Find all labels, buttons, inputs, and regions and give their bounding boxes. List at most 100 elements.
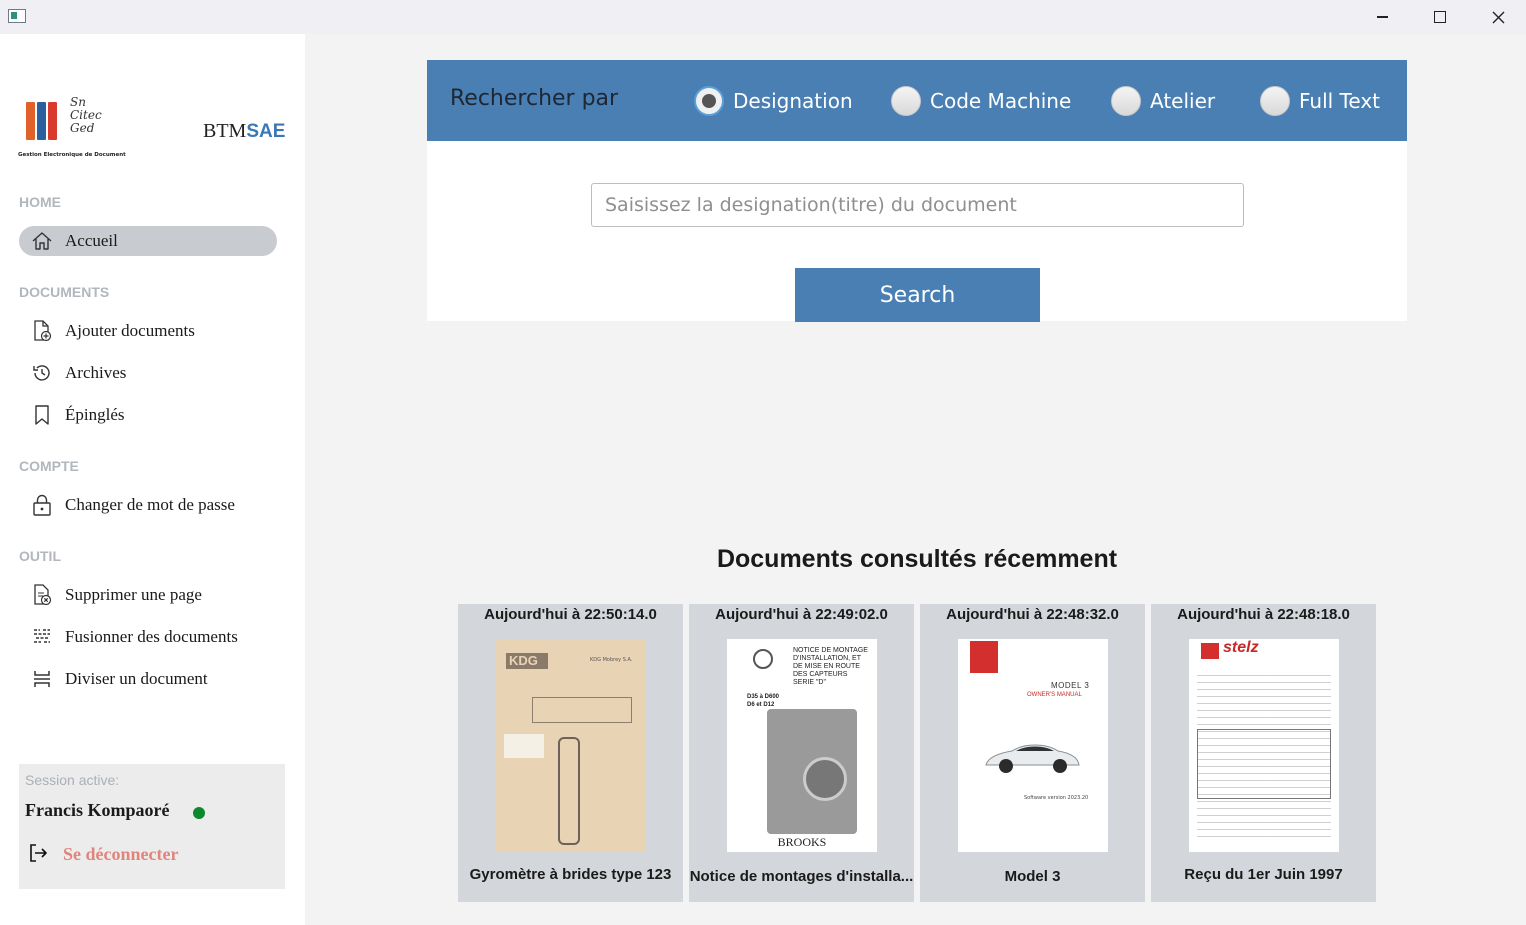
thumb-label [504,734,544,758]
thumb-notice-title: NOTICE DE MONTAGE D'INSTALLATION, ET DE … [793,647,868,686]
radio-checked-icon [694,86,724,116]
section-outil: OUTIL [19,548,61,564]
sidebar-item-archives[interactable]: Archives [19,358,277,388]
radio-atelier[interactable]: Atelier [1111,86,1215,116]
thumb-version: Software version 2023.20 [1024,795,1089,801]
add-document-icon [31,320,53,342]
thumb-emblem [753,649,773,669]
sidebar-item-fusionner[interactable]: Fusionner des documents [19,622,277,652]
brand-name: BTMSAE [203,120,286,142]
sidebar-item-label: Ajouter documents [65,321,195,340]
thumb-receipt-table [1197,729,1331,799]
sidebar-item-label: Fusionner des documents [65,627,238,646]
sidebar-item-diviser[interactable]: Diviser un document [19,664,277,694]
search-header: Rechercher par Designation Code Machine … [427,60,1407,141]
thumb-brand: BROOKS [777,835,827,849]
thumb-logo: stelz [1223,639,1259,656]
thumb-company: KDG Mobrey S.A. [590,657,633,663]
section-compte: COMPTE [19,458,79,474]
radio-unchecked-icon [891,86,921,116]
car-image [982,735,1082,775]
radio-full-text[interactable]: Full Text [1260,86,1380,116]
sidebar-item-supprimer-page[interactable]: Supprimer une page [19,580,277,610]
logout-button[interactable]: Se déconnecter [63,844,178,865]
search-panel: Search [427,141,1407,322]
radio-unchecked-icon [1111,86,1141,116]
session-user-name: Francis Kompaoré [25,800,170,820]
section-documents: DOCUMENTS [19,284,110,300]
bookmark-icon [31,404,53,426]
title-bar [0,0,1526,34]
recent-document-card[interactable]: Aujourd'hui à 22:48:32.0 MODEL 3 OWNER'S… [920,604,1145,902]
logout-icon[interactable] [27,842,49,868]
card-title: Reçu du 1er Juin 1997 [1184,866,1343,883]
sidebar-item-ajouter-documents[interactable]: Ajouter documents [19,316,277,346]
radio-designation[interactable]: Designation [694,86,853,116]
online-status-icon [193,807,205,819]
radio-code-machine[interactable]: Code Machine [891,86,1071,116]
radio-label: Full Text [1299,89,1381,113]
lock-icon [31,494,53,516]
radio-label: Code Machine [930,89,1072,113]
recent-document-card[interactable]: Aujourd'hui à 22:49:02.0 NOTICE DE MONTA… [689,604,914,902]
recent-documents-title: Documents consultés récemment [716,545,1118,573]
radio-label: Designation [733,89,853,113]
sidebar: Sn Citec Ged Gestion Electronique de Doc… [0,34,305,925]
card-date: Aujourd'hui à 22:48:18.0 [1177,606,1350,623]
sidebar-item-accueil[interactable]: Accueil [19,226,277,256]
session-panel: Session active: Francis Kompaoré Se déco… [19,764,285,889]
tesla-logo-icon [970,641,998,673]
thumb-title-box [532,697,632,723]
search-by-label: Rechercher par [450,86,619,111]
document-thumbnail[interactable]: NOTICE DE MONTAGE D'INSTALLATION, ET DE … [727,639,877,852]
thumb-logo: KDG [506,653,548,669]
thumb-model-title: MODEL 3 [1051,681,1090,690]
maximize-button[interactable] [1417,4,1463,30]
card-title: Model 3 [1004,868,1061,885]
card-date: Aujourd'hui à 22:49:02.0 [715,606,888,623]
search-button[interactable]: Search [795,268,1040,322]
minimize-button[interactable] [1359,4,1405,30]
thumb-manual-subtitle: OWNER'S MANUAL [1027,692,1082,698]
logo-script: Sn Citec Ged [70,95,102,135]
document-thumbnail[interactable]: MODEL 3 OWNER'S MANUAL Software version … [958,639,1108,852]
logo-tagline: Gestion Electronique de Document [18,152,126,158]
document-thumbnail[interactable]: stelz [1189,639,1339,852]
app-icon [8,9,26,23]
recent-document-card[interactable]: Aujourd'hui à 22:48:18.0 stelz Reçu du 1… [1151,604,1376,902]
history-icon [31,362,53,384]
merge-icon [31,626,53,648]
sidebar-item-label: Changer de mot de passe [65,495,235,514]
sidebar-item-label: Diviser un document [65,669,208,688]
thumb-models: D35 à D600 D6 et D12 [747,694,780,708]
radio-label: Atelier [1150,89,1216,113]
session-label: Session active: [25,772,120,788]
card-title: Notice de montages d'installa... [689,868,914,885]
logo-binder-red [48,102,57,140]
sidebar-item-changer-mot-de-passe[interactable]: Changer de mot de passe [19,490,277,520]
sidebar-item-epingles[interactable]: Épinglés [19,400,277,430]
thumb-sensor-dial [803,757,847,801]
card-date: Aujourd'hui à 22:50:14.0 [484,606,657,623]
sidebar-item-label: Accueil [65,231,118,250]
section-home: HOME [19,194,61,210]
sidebar-item-label: Archives [65,363,127,382]
recent-document-card[interactable]: Aujourd'hui à 22:50:14.0 KDG KDG Mobrey … [458,604,683,902]
logo-binder-blue [37,102,46,140]
maximize-icon [1434,11,1446,23]
close-button[interactable] [1475,4,1521,30]
delete-page-icon [31,584,53,606]
split-icon [31,668,53,690]
card-title: Gyromètre à brides type 123 [469,866,672,883]
close-icon [1492,11,1504,23]
search-input[interactable] [591,183,1244,227]
card-date: Aujourd'hui à 22:48:32.0 [946,606,1119,623]
sidebar-item-label: Épinglés [65,405,125,424]
home-icon [31,230,53,252]
radio-unchecked-icon [1260,86,1290,116]
document-thumbnail[interactable]: KDG KDG Mobrey S.A. [496,639,646,852]
app-logo: Sn Citec Ged Gestion Electronique de Doc… [18,95,126,160]
logo-binder-orange [26,102,35,140]
thumb-logo-mark [1201,643,1219,659]
sidebar-item-label: Supprimer une page [65,585,202,604]
